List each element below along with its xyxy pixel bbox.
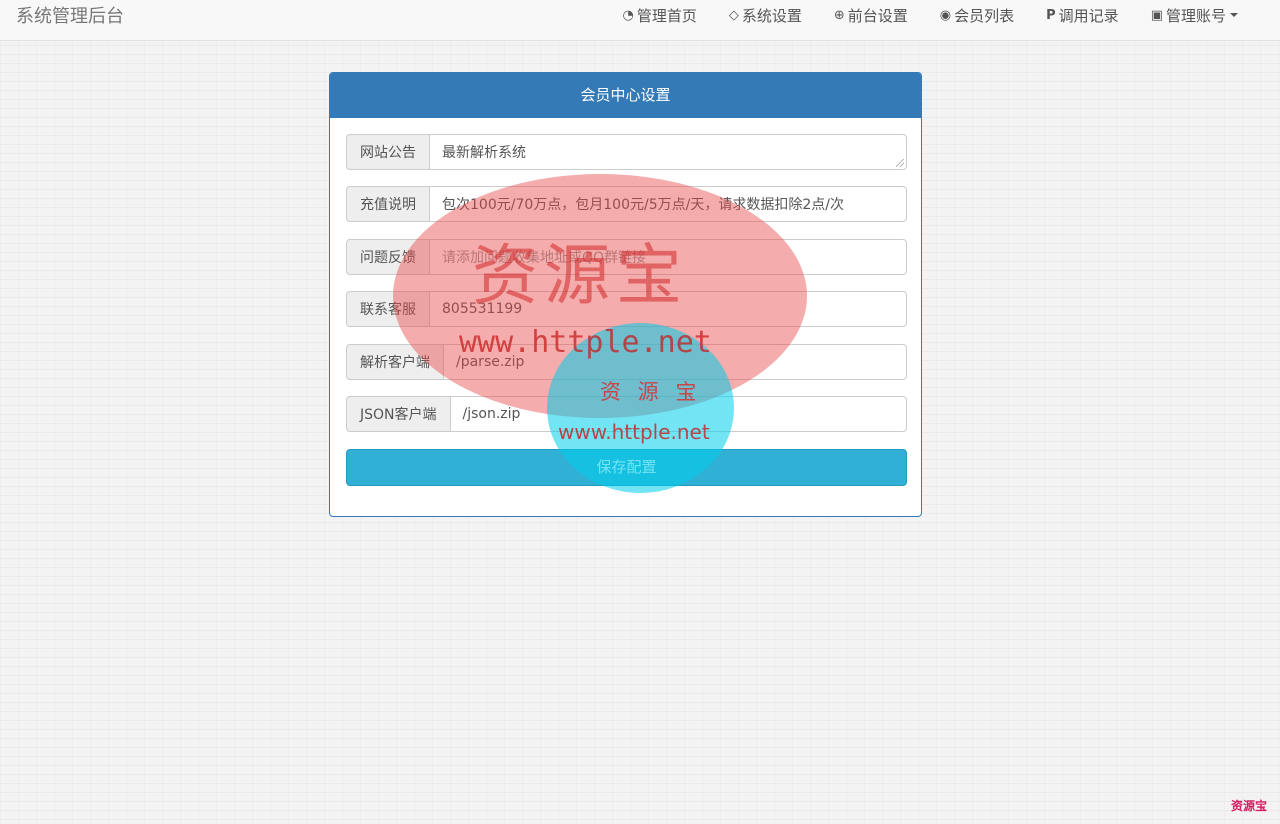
field-label: 联系客服 [346, 291, 429, 327]
nav-label: 调用记录 [1058, 6, 1119, 25]
caret-down-icon [1230, 13, 1238, 17]
nav-item-member-list[interactable]: ◉ 会员列表 [940, 5, 1014, 26]
form-row-json-client: JSON客户端 /json.zip [346, 396, 907, 432]
announcement-textarea[interactable]: 最新解析系统 [429, 134, 907, 170]
paypal-icon: P [1046, 7, 1056, 23]
nav-item-call-records[interactable]: P 调用记录 [1046, 5, 1119, 26]
user-circle-icon: ◉ [939, 7, 952, 23]
form-row-recharge-note: 充值说明 包次100元/70万点，包月100元/5万点/天，请求数据扣除2点/次 [346, 186, 907, 222]
customer-service-input[interactable]: 805531199 [429, 291, 907, 327]
dashboard-icon: ◔ [622, 7, 634, 23]
lock-icon: ▣ [1150, 7, 1163, 23]
json-client-input[interactable]: /json.zip [449, 396, 907, 432]
field-label: 网站公告 [346, 134, 429, 170]
member-center-settings-panel: 会员中心设置 网站公告 最新解析系统 充值说明 包次100元/70万点，包月10… [329, 72, 922, 517]
nav-item-frontend-settings[interactable]: ⊕ 前台设置 [834, 5, 908, 26]
nav-label: 管理账号 [1165, 6, 1226, 25]
nav-item-dashboard[interactable]: ◔ 管理首页 [622, 5, 696, 26]
nav-menu: ◔ 管理首页 ◇ 系统设置 ⊕ 前台设置 ◉ 会员列表 P 调用记录 ▣ 管理账… [590, 0, 1238, 30]
form-row-parse-client: 解析客户端 /parse.zip [346, 344, 907, 380]
brand-title[interactable]: 系统管理后台 [16, 2, 124, 28]
form-row-announcement: 网站公告 最新解析系统 [346, 134, 907, 170]
resize-handle-icon[interactable] [896, 159, 904, 167]
field-label: 问题反馈 [346, 239, 429, 275]
form-row-feedback: 问题反馈 请添加问题收集地址或QQ群链接 [346, 239, 907, 275]
panel-title: 会员中心设置 [330, 73, 921, 118]
feedback-input[interactable]: 请添加问题收集地址或QQ群链接 [429, 239, 907, 275]
nav-item-system-settings[interactable]: ◇ 系统设置 [729, 5, 802, 26]
nav-label: 系统设置 [741, 6, 802, 25]
nav-item-admin-account[interactable]: ▣ 管理账号 [1151, 5, 1238, 26]
nav-label: 管理首页 [636, 6, 697, 25]
field-label: 充值说明 [346, 186, 429, 222]
lifebuoy-icon: ⊕ [833, 7, 845, 23]
field-label: 解析客户端 [346, 344, 443, 380]
field-label: JSON客户端 [346, 396, 450, 432]
nav-label: 前台设置 [847, 6, 908, 25]
navbar: 系统管理后台 ◔ 管理首页 ◇ 系统设置 ⊕ 前台设置 ◉ 会员列表 P 调用记… [0, 0, 1280, 41]
nav-label: 会员列表 [954, 6, 1015, 25]
corner-watermark: 资源宝 [1231, 799, 1268, 813]
recharge-note-input[interactable]: 包次100元/70万点，包月100元/5万点/天，请求数据扣除2点/次 [429, 186, 907, 222]
form-row-customer-service: 联系客服 805531199 [346, 291, 907, 327]
diamond-icon: ◇ [728, 7, 739, 23]
parse-client-input[interactable]: /parse.zip [443, 344, 907, 380]
save-config-button[interactable]: 保存配置 [346, 449, 907, 486]
